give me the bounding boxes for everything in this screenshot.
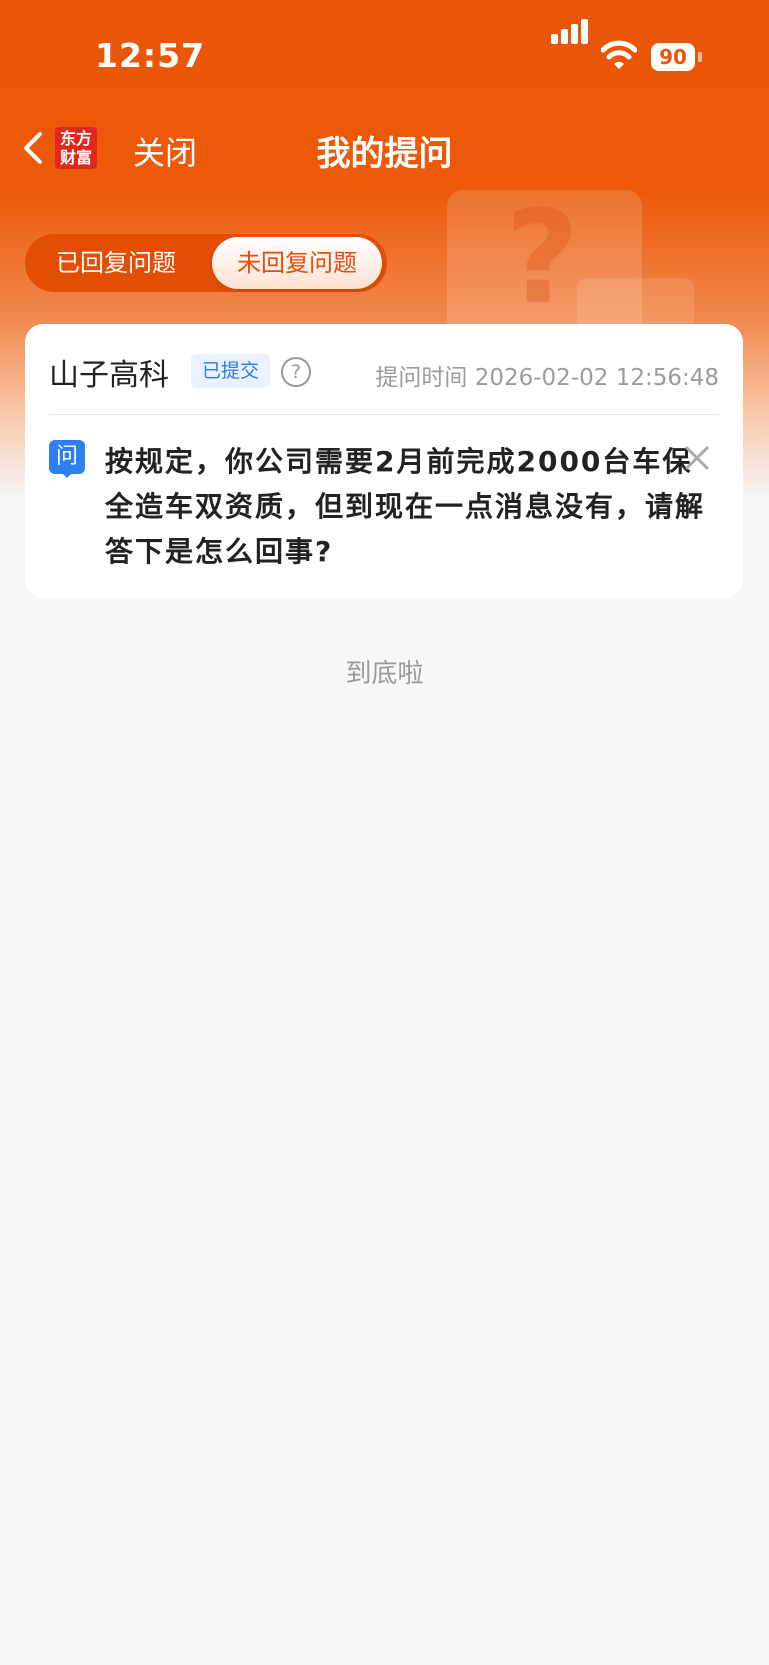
- divider: [49, 414, 719, 415]
- page-title: 我的提问: [316, 134, 453, 174]
- question-mark-decoration: ?: [505, 184, 580, 333]
- tab-unreplied-questions[interactable]: 未回复问题: [212, 237, 382, 289]
- question-icon: 问: [49, 440, 85, 474]
- question-card[interactable]: 山子高科 已提交 ? 提问时间 2026-02-02 12:56:48 问 按规…: [25, 324, 743, 598]
- ask-time-label: 提问时间: [375, 365, 468, 391]
- battery-icon: 90: [651, 43, 695, 71]
- company-name: 山子高科: [49, 358, 169, 393]
- help-icon[interactable]: ?: [281, 357, 311, 387]
- tab-replied-questions[interactable]: 已回复问题: [25, 234, 207, 292]
- status-badge: 已提交: [191, 354, 271, 388]
- question-icon-tail: [61, 472, 73, 478]
- wifi-icon: [601, 40, 637, 69]
- battery-cap: [698, 52, 702, 62]
- close-icon[interactable]: [683, 444, 711, 472]
- question-text: 按规定，你公司需要2月前完成2000台车保全造车双资质，但到现在一点消息没有，请…: [105, 445, 706, 568]
- end-of-list-text: 到底啦: [345, 659, 424, 689]
- question-tabs: 已回复问题 未回复问题: [25, 234, 387, 292]
- status-time: 12:57: [95, 36, 206, 75]
- ask-time: 提问时间 2026-02-02 12:56:48: [375, 358, 719, 392]
- status-bar: 12:57 90: [0, 0, 769, 110]
- navigation-bar: 东方 财富 关闭 我的提问: [0, 112, 769, 184]
- ask-time-value: 2026-02-02 12:56:48: [474, 365, 719, 391]
